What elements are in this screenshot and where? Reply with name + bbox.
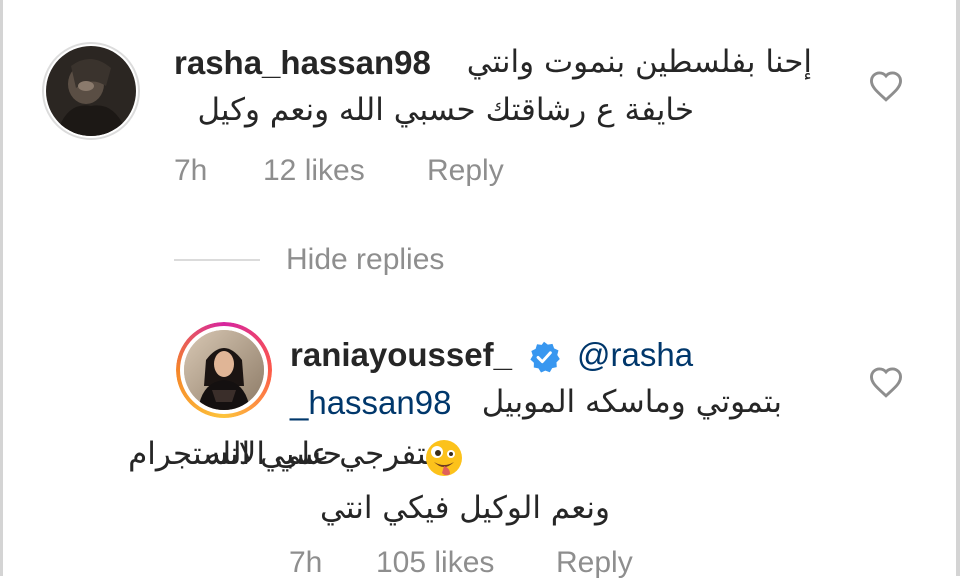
- hide-replies-button[interactable]: Hide replies: [286, 243, 444, 277]
- reply-time: 7h: [289, 546, 323, 579]
- reply-likes[interactable]: 105 likes: [376, 546, 494, 580]
- mention-link[interactable]: @rasha: [577, 336, 693, 374]
- left-frame-border: [0, 0, 3, 576]
- reply-text-line1: بتموتي وماسكه الموبيل: [481, 384, 782, 420]
- verified-badge-icon: [530, 341, 560, 373]
- reply-reply-button[interactable]: Reply: [556, 546, 633, 580]
- reply-button[interactable]: Reply: [427, 154, 504, 188]
- comment-text-line2: خايفة ع رشاقتك حسبي الله ونعم وكيل: [197, 92, 694, 128]
- reply-text-line2-b: حسبي الله: [205, 436, 342, 472]
- comment-likes[interactable]: 12 likes: [263, 154, 365, 188]
- reply-username[interactable]: raniayoussef_: [290, 336, 512, 374]
- avatar-image: [46, 46, 136, 136]
- heart-outline-icon[interactable]: [868, 366, 904, 398]
- reply-text-line3: ونعم الوكيل فيكي انتي: [320, 490, 610, 526]
- avatar-image: [184, 330, 264, 410]
- comment-time: 7h: [174, 154, 208, 187]
- mention-link-continued[interactable]: _hassan98: [290, 384, 451, 422]
- avatar[interactable]: [42, 42, 140, 140]
- replies-divider: [174, 259, 260, 261]
- story-ring-avatar[interactable]: [176, 322, 272, 418]
- comment-text-line1: إحنا بفلسطين بنموت وانتي: [466, 44, 812, 80]
- zany-face-emoji: [426, 440, 462, 476]
- right-frame-border: [956, 0, 960, 576]
- comment-username[interactable]: rasha_hassan98: [174, 44, 431, 82]
- heart-outline-icon[interactable]: [868, 70, 904, 102]
